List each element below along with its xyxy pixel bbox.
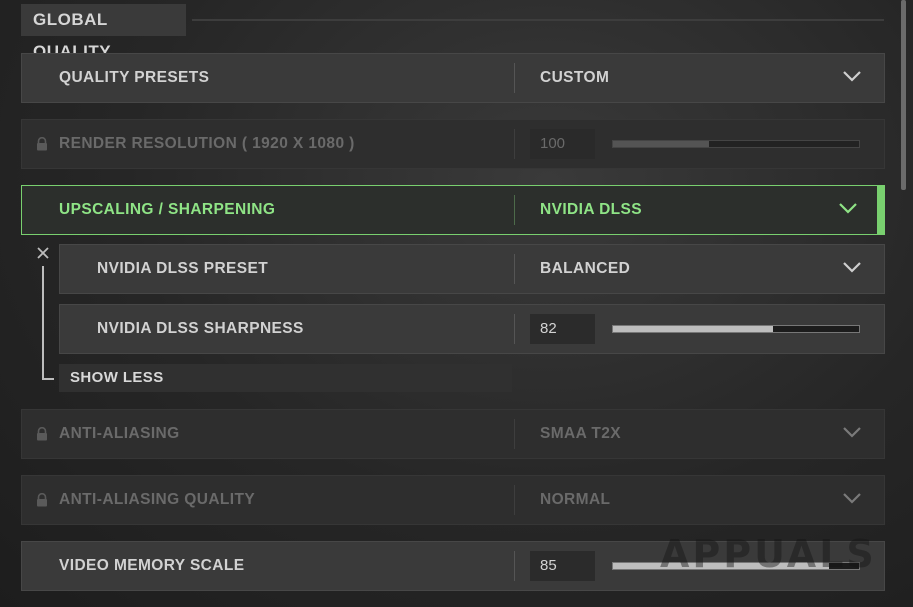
anti-aliasing-quality-label: ANTI-ALIASING QUALITY: [59, 491, 256, 508]
active-indicator: [877, 185, 885, 235]
anti-aliasing-label: ANTI-ALIASING: [59, 425, 180, 442]
row-divider: [514, 419, 515, 449]
row-divider: [514, 129, 515, 159]
chevron-down-icon: [843, 493, 861, 504]
dlss-preset-row[interactable]: NVIDIA DLSS PRESET BALANCED: [59, 244, 885, 294]
video-memory-scale-label: VIDEO MEMORY SCALE: [59, 557, 245, 574]
quality-presets-label: QUALITY PRESETS: [59, 69, 210, 86]
watermark-logo: APPUALS: [660, 524, 875, 584]
row-divider: [514, 254, 515, 284]
row-divider: [514, 485, 515, 515]
dlss-sharpness-value[interactable]: 82: [530, 314, 595, 344]
upscaling-sharpening-label: UPSCALING / SHARPENING: [59, 201, 276, 218]
watermark-text: APPUALS: [660, 532, 877, 576]
row-divider: [514, 195, 515, 225]
chevron-down-icon[interactable]: [842, 69, 862, 83]
dlss-preset-label: NVIDIA DLSS PRESET: [97, 260, 269, 277]
row-divider: [514, 63, 515, 93]
slider-fill: [613, 326, 773, 332]
slider-fill: [613, 141, 709, 147]
anti-aliasing-row: ANTI-ALIASING SMAA T2X: [21, 409, 885, 459]
quality-presets-value: CUSTOM: [540, 69, 610, 86]
show-less-button[interactable]: SHOW LESS: [59, 364, 512, 392]
upscaling-sharpening-row[interactable]: UPSCALING / SHARPENING NVIDIA DLSS: [21, 185, 885, 235]
row-divider: [514, 551, 515, 581]
upscaling-sharpening-value: NVIDIA DLSS: [540, 201, 643, 218]
render-resolution-label: RENDER RESOLUTION ( 1920 X 1080 ): [59, 135, 355, 152]
chevron-down-icon[interactable]: [842, 260, 862, 274]
render-resolution-slider: [612, 140, 860, 148]
anti-aliasing-value: SMAA T2X: [540, 425, 621, 442]
scrollbar-thumb[interactable]: [901, 0, 906, 190]
anti-aliasing-quality-row: ANTI-ALIASING QUALITY NORMAL: [21, 475, 885, 525]
close-icon[interactable]: [35, 245, 51, 261]
chevron-down-icon[interactable]: [838, 201, 858, 215]
row-divider: [514, 314, 515, 344]
lock-icon: [37, 427, 47, 441]
dlss-sharpness-label: NVIDIA DLSS SHARPNESS: [97, 320, 304, 337]
lock-icon: [37, 137, 47, 151]
tree-connector: [42, 266, 44, 380]
section-title: GLOBAL QUALITY: [21, 4, 186, 61]
anti-aliasing-quality-value: NORMAL: [540, 491, 611, 508]
lock-icon: [37, 493, 47, 507]
render-resolution-row: RENDER RESOLUTION ( 1920 X 1080 ) 100: [21, 119, 885, 169]
dlss-sharpness-slider[interactable]: [612, 325, 860, 333]
dlss-preset-value: BALANCED: [540, 260, 631, 277]
video-memory-scale-value[interactable]: 85: [530, 551, 595, 581]
render-resolution-value: 100: [530, 129, 595, 159]
chevron-down-icon: [843, 427, 861, 438]
quality-presets-row[interactable]: QUALITY PRESETS CUSTOM: [21, 53, 885, 103]
section-divider: [192, 19, 884, 21]
dlss-sharpness-row[interactable]: NVIDIA DLSS SHARPNESS 82: [59, 304, 885, 354]
tree-connector: [42, 378, 54, 380]
